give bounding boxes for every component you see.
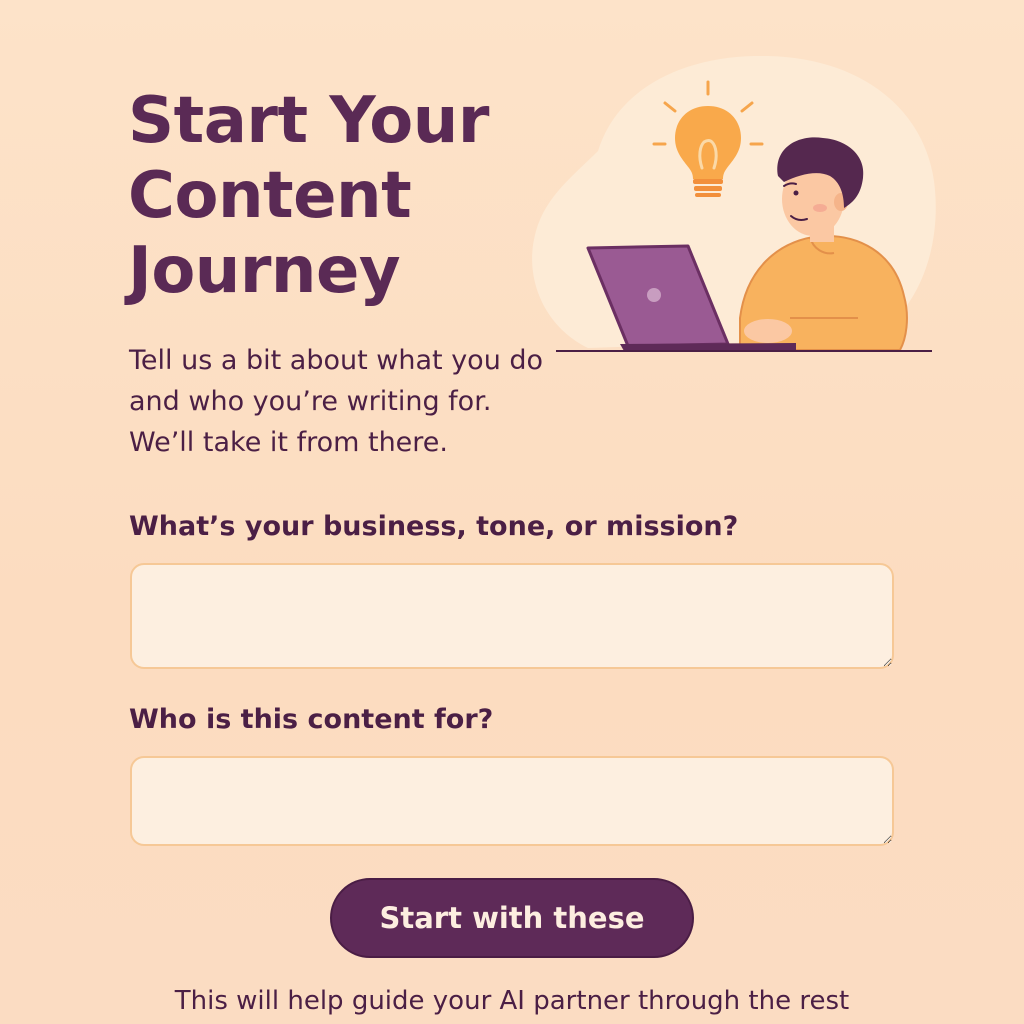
- page-subtitle: Tell us a bit about what you do and who …: [129, 345, 544, 458]
- business-field-label: What’s your business, tone, or mission?: [129, 511, 739, 542]
- page-title: Start Your Content Journey: [128, 84, 489, 308]
- person-at-laptop-illustration: [532, 56, 936, 352]
- start-with-these-button[interactable]: Start with these: [330, 878, 694, 958]
- footer-note: This will help guide your AI partner thr…: [174, 986, 850, 1016]
- business-tone-mission-input[interactable]: [130, 563, 894, 669]
- audience-input[interactable]: [130, 756, 894, 846]
- audience-field-label: Who is this content for?: [129, 704, 494, 735]
